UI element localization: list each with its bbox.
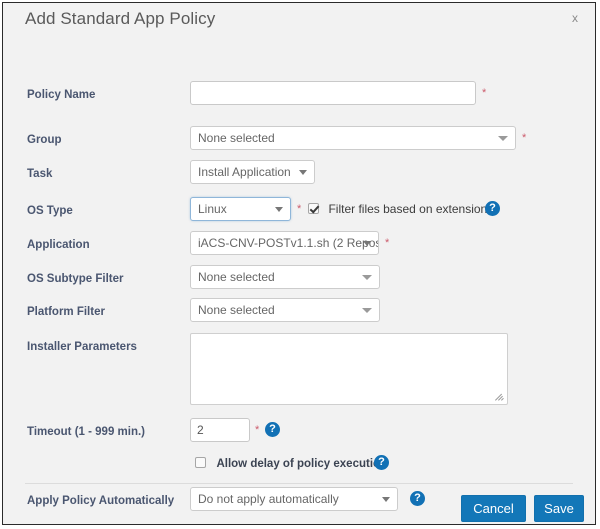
allow-delay-checkbox-row: Allow delay of policy execution xyxy=(195,451,387,475)
os-type-select[interactable]: Linux xyxy=(190,197,291,221)
platform-filter-label: Platform Filter xyxy=(27,306,105,318)
apply-policy-label: Apply Policy Automatically xyxy=(27,495,175,507)
timeout-help-icon[interactable]: ? xyxy=(265,422,280,437)
group-required-marker: * xyxy=(522,132,527,144)
task-control: Install Application xyxy=(190,160,315,184)
platform-filter-select[interactable]: None selected xyxy=(190,298,380,322)
apply-policy-control: Do not apply automatically xyxy=(190,487,398,511)
chevron-down-icon xyxy=(299,170,307,175)
os-subtype-filter-control: None selected xyxy=(190,265,380,289)
application-select[interactable]: iACS-CNV-POSTv1.1.sh (2 Reposi xyxy=(190,231,379,255)
allow-delay-help-icon[interactable]: ? xyxy=(374,455,389,470)
cancel-button[interactable]: Cancel xyxy=(461,495,526,522)
field-row-allow-delay: Allow delay of policy execution ? xyxy=(3,451,595,479)
application-required-marker: * xyxy=(385,237,390,249)
allow-delay-checkbox[interactable] xyxy=(195,457,206,468)
field-row-os-type: OS Type Linux * Filter files based on ex… xyxy=(3,197,595,225)
add-standard-app-policy-dialog: Add Standard App Policy x Policy Name * … xyxy=(2,2,596,525)
task-label: Task xyxy=(27,168,53,180)
apply-policy-help-icon[interactable]: ? xyxy=(410,491,425,506)
footer-divider xyxy=(25,483,573,484)
field-row-task: Task Install Application xyxy=(3,160,595,188)
field-row-policy-name: Policy Name * xyxy=(3,81,595,109)
field-row-group: Group None selected * xyxy=(3,126,595,154)
group-label: Group xyxy=(27,134,62,146)
installer-parameters-textarea[interactable] xyxy=(190,333,508,405)
platform-filter-select-value: None selected xyxy=(198,303,275,317)
policy-name-required-marker: * xyxy=(482,87,487,99)
group-select-value: None selected xyxy=(198,131,275,145)
filter-files-label: Filter files based on extensions xyxy=(328,202,494,216)
field-row-installer-parameters: Installer Parameters xyxy=(3,333,595,405)
allow-delay-label: Allow delay of policy execution xyxy=(216,458,388,470)
policy-name-label: Policy Name xyxy=(27,89,96,101)
policy-name-input[interactable] xyxy=(190,81,476,105)
chevron-down-icon xyxy=(362,308,372,313)
platform-filter-control: None selected xyxy=(190,298,380,322)
application-select-value: iACS-CNV-POSTv1.1.sh (2 Reposi xyxy=(198,236,379,250)
field-row-timeout: Timeout (1 - 999 min.) * ? xyxy=(3,418,595,446)
application-control: iACS-CNV-POSTv1.1.sh (2 Reposi xyxy=(190,231,379,255)
installer-parameters-control xyxy=(190,333,508,410)
field-row-platform-filter: Platform Filter None selected xyxy=(3,298,595,326)
save-button[interactable]: Save xyxy=(534,495,584,522)
timeout-required-marker: * xyxy=(255,424,260,436)
field-row-os-subtype-filter: OS Subtype Filter None selected xyxy=(3,265,595,293)
task-select-value: Install Application xyxy=(198,165,291,179)
os-type-label: OS Type xyxy=(27,205,73,217)
timeout-input[interactable] xyxy=(190,418,250,442)
chevron-down-icon xyxy=(363,241,371,246)
filter-files-checkbox[interactable] xyxy=(308,203,319,214)
installer-parameters-label: Installer Parameters xyxy=(27,341,137,353)
timeout-control xyxy=(190,418,250,442)
chevron-down-icon xyxy=(275,207,283,212)
apply-policy-select[interactable]: Do not apply automatically xyxy=(190,487,398,511)
filter-files-help-icon[interactable]: ? xyxy=(485,201,500,216)
filter-files-checkbox-row: Filter files based on extensions xyxy=(308,197,493,221)
os-subtype-filter-select[interactable]: None selected xyxy=(190,265,380,289)
os-type-select-value: Linux xyxy=(198,202,227,216)
dialog-title: Add Standard App Policy xyxy=(25,9,216,28)
os-subtype-filter-select-value: None selected xyxy=(198,270,275,284)
policy-name-control xyxy=(190,81,476,105)
application-label: Application xyxy=(27,239,90,251)
os-type-required-marker: * xyxy=(297,203,302,215)
chevron-down-icon xyxy=(382,497,390,502)
group-select[interactable]: None selected xyxy=(190,126,516,150)
field-row-application: Application iACS-CNV-POSTv1.1.sh (2 Repo… xyxy=(3,231,595,259)
timeout-label: Timeout (1 - 999 min.) xyxy=(27,426,146,438)
dialog-header: Add Standard App Policy x xyxy=(3,3,595,41)
os-subtype-filter-label: OS Subtype Filter xyxy=(27,273,124,285)
chevron-down-icon xyxy=(362,275,372,280)
chevron-down-icon xyxy=(498,136,508,141)
close-icon[interactable]: x xyxy=(567,10,583,26)
apply-policy-select-value: Do not apply automatically xyxy=(198,492,339,506)
os-type-control: Linux xyxy=(190,197,291,221)
task-select[interactable]: Install Application xyxy=(190,160,315,184)
group-control: None selected xyxy=(190,126,516,150)
